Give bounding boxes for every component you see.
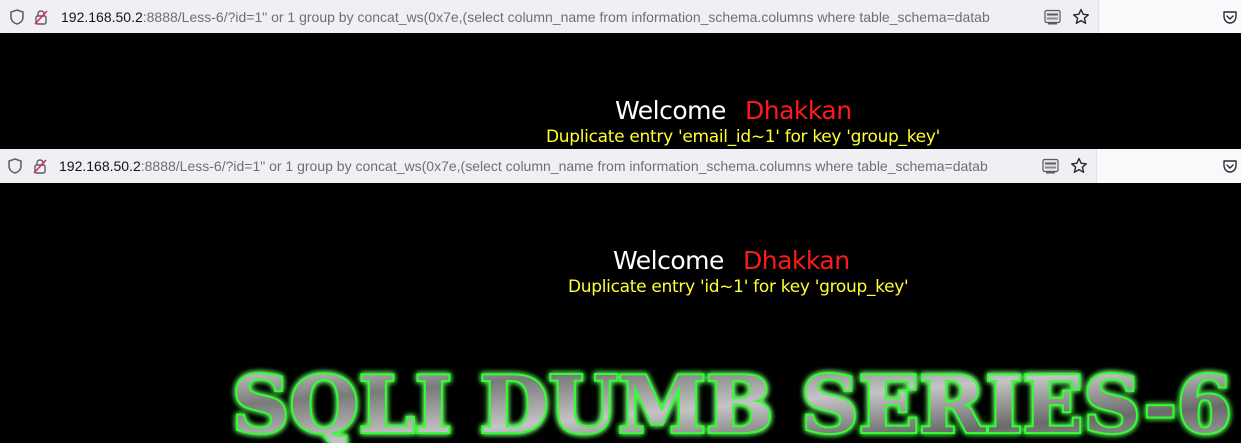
pocket-icon[interactable] xyxy=(1222,158,1238,174)
insecure-lock-icon[interactable] xyxy=(33,158,47,174)
url-text[interactable]: 192.168.50.2:8888/Less-6/?id=1" or 1 gro… xyxy=(59,158,1038,174)
bookmark-star-icon[interactable] xyxy=(1070,157,1088,175)
welcome-text: Welcome xyxy=(613,246,724,275)
bookmark-star-icon[interactable] xyxy=(1072,8,1090,26)
insecure-lock-icon[interactable] xyxy=(34,9,48,25)
user-name: Dhakkan xyxy=(745,96,852,125)
url-path: :8888/Less-6/?id=1" or 1 group by concat… xyxy=(140,158,988,174)
welcome-text: Welcome xyxy=(615,96,726,125)
pocket-icon[interactable] xyxy=(1222,9,1238,25)
sql-error-message: Duplicate entry 'id~1' for key 'group_ke… xyxy=(568,277,909,297)
url-path: :8888/Less-6/?id=1" or 1 group by concat… xyxy=(142,8,990,25)
sqli-dumb-series-banner: SQLI DUMB SERIES-6 xyxy=(230,358,1234,443)
reader-view-icon[interactable] xyxy=(1042,158,1059,175)
banner-text: SQLI DUMB SERIES-6 xyxy=(232,360,1232,443)
user-name: Dhakkan xyxy=(743,246,850,275)
sql-error-message: Duplicate entry 'email_id~1' for key 'gr… xyxy=(546,127,940,147)
screenshot-composite: 192.168.50.2:8888/Less-6/?id=1" or 1 gro… xyxy=(0,0,1241,443)
url-host: 192.168.50.2 xyxy=(59,158,141,174)
tracking-protection-shield-icon[interactable] xyxy=(8,158,22,174)
reader-view-icon[interactable] xyxy=(1044,8,1061,25)
url-host: 192.168.50.2 xyxy=(61,8,143,25)
tracking-protection-shield-icon[interactable] xyxy=(10,8,24,25)
address-bar[interactable]: 192.168.50.2:8888/Less-6/?id=1" or 1 gro… xyxy=(0,149,1241,183)
address-bar[interactable]: 192.168.50.2:8888/Less-6/?id=1" or 1 gro… xyxy=(0,0,1241,33)
url-text[interactable]: 192.168.50.2:8888/Less-6/?id=1" or 1 gro… xyxy=(61,9,1037,25)
